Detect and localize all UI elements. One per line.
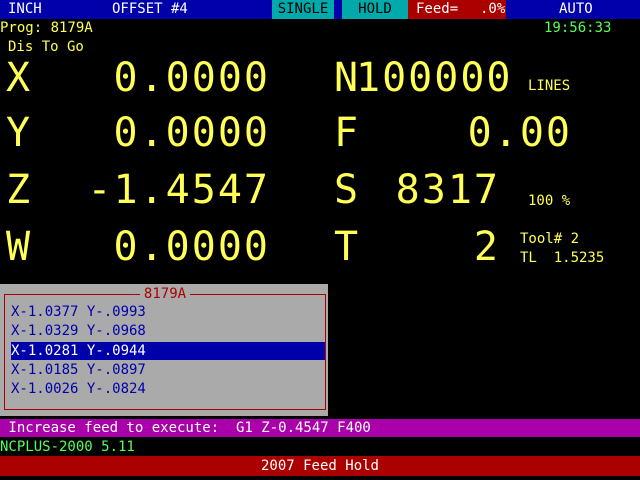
axis-x-value: 0.0000	[113, 55, 270, 101]
single-mode-button[interactable]: SINGLE	[272, 0, 334, 19]
top-status-bar: INCH OFFSET #4 SINGLE HOLD Feed= .0% AUT…	[0, 0, 640, 19]
version-label: NCPLUS-2000 5.11	[0, 439, 135, 455]
program-line[interactable]: X-1.0026 Y-.0824	[11, 380, 325, 398]
axis-w-label: W	[6, 224, 31, 270]
feed-label: Feed=	[416, 1, 459, 17]
feed-override-indicator: Feed= .0%	[408, 0, 506, 19]
hold-button[interactable]: HOLD	[342, 0, 408, 19]
message-bar: Increase feed to execute: G1 Z-0.4547 F4…	[0, 419, 640, 437]
lines-label: LINES	[528, 78, 571, 94]
program-listing-frame: X-1.0377 Y-.0993 X-1.0329 Y-.0968 X-1.02…	[4, 294, 326, 410]
program-line[interactable]: X-1.0377 Y-.0993	[11, 303, 325, 321]
axis-x-label: X	[6, 55, 31, 101]
t-label: T	[334, 224, 359, 270]
n-value: 100000	[356, 55, 513, 101]
program-name: Prog: 8179A	[0, 20, 93, 36]
tool-number: Tool# 2	[520, 231, 580, 247]
distance-to-go-label: Dis To Go	[8, 39, 84, 55]
program-line[interactable]: X-1.0185 Y-.0897	[11, 361, 325, 379]
axis-y-label: Y	[6, 110, 31, 156]
s-label: S	[334, 167, 359, 213]
feed-value: .0%	[480, 1, 506, 17]
clock: 19:56:33	[544, 20, 612, 36]
f-value: 0.00	[467, 110, 572, 156]
n-label: N	[334, 55, 359, 101]
spindle-percent: 100 %	[528, 193, 571, 209]
axis-w-value: 0.0000	[113, 224, 270, 270]
run-mode-indicator: AUTO	[559, 1, 593, 17]
program-line-current[interactable]: X-1.0281 Y-.0944	[11, 342, 325, 360]
axis-z-label: Z	[6, 167, 31, 213]
units-indicator: INCH	[8, 1, 42, 17]
program-line[interactable]: X-1.0329 Y-.0968	[11, 322, 325, 340]
axis-z-value: -1.4547	[87, 167, 270, 213]
tool-length: TL 1.5235	[520, 250, 605, 266]
axis-y-value: 0.0000	[113, 110, 270, 156]
offset-indicator: OFFSET #4	[112, 1, 188, 17]
f-label: F	[334, 110, 359, 156]
t-value: 2	[473, 224, 500, 270]
program-listing-title: 8179A	[140, 286, 190, 302]
s-value: 8317	[395, 167, 500, 213]
alarm-bar: 2007 Feed Hold	[0, 456, 640, 476]
